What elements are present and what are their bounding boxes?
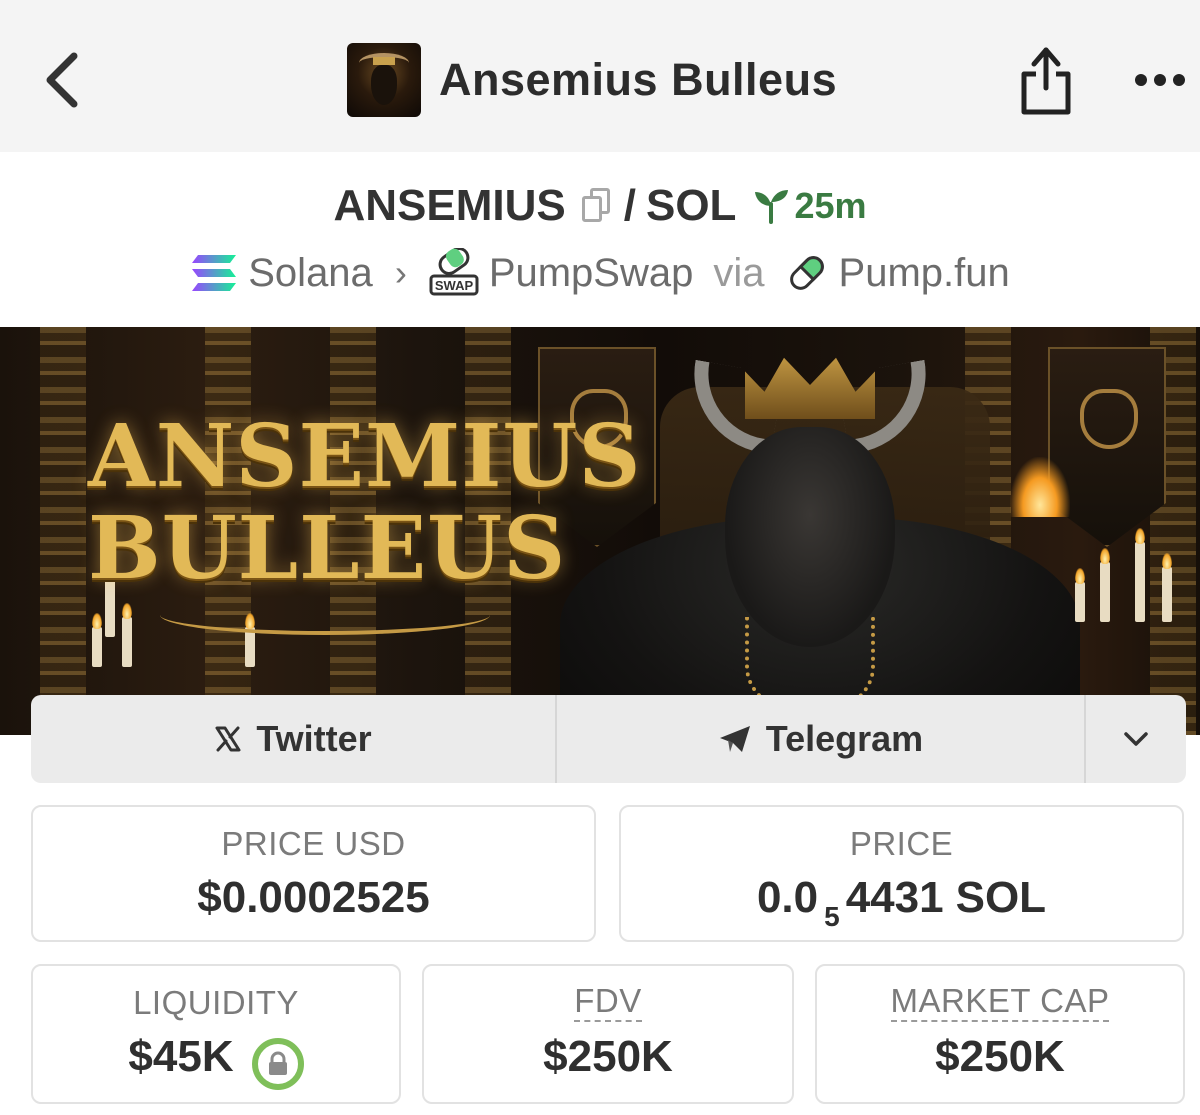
top-nav-bar: Ansemius Bulleus (0, 0, 1200, 152)
liquidity-label: LIQUIDITY (133, 984, 299, 1021)
market-cap-card: MARKET CAP $250K (815, 964, 1185, 1104)
x-logo-icon (215, 726, 241, 752)
pumpswap-icon: SWAP (429, 248, 479, 296)
token-banner-image: ANSEMIUS BULLEUS (0, 327, 1200, 735)
token-avatar (347, 43, 421, 117)
price-native-value: 0.0 5 4431 SOL (756, 873, 1047, 932)
swap-badge-text: SWAP (435, 278, 474, 293)
pair-separator: / (623, 181, 636, 230)
chain-breadcrumb: Solana › SWAP PumpSwap via Pump.fun (0, 246, 1200, 300)
price-unit: SOL (955, 873, 1047, 922)
banner-title-line-1: ANSEMIUS (88, 406, 642, 507)
ellipsis-icon (1135, 74, 1185, 86)
banner-title-line-2: BULLEUS (88, 498, 567, 599)
lock-icon[interactable] (251, 1038, 304, 1090)
sprout-icon (755, 190, 789, 224)
price-usd-card: PRICE USD $0.0002525 (31, 805, 596, 942)
solana-icon (192, 255, 237, 291)
pair-age: 25m (794, 185, 867, 226)
via-label: via (713, 250, 765, 295)
market-cap-value: $250K (935, 1032, 1065, 1081)
chevron-down-icon (1124, 732, 1148, 746)
twitter-label: Twitter (256, 718, 372, 759)
telegram-label: Telegram (765, 718, 924, 759)
network-name: Solana (248, 250, 373, 295)
pair-base-symbol: ANSEMIUS (333, 181, 566, 230)
chevron-right-icon: › (394, 252, 407, 293)
price-usd-value: $0.0002525 (197, 873, 430, 922)
launchpad-name: Pump.fun (838, 250, 1010, 295)
back-button[interactable] (38, 48, 86, 112)
dex-link[interactable]: SWAP PumpSwap (429, 248, 694, 298)
twitter-button[interactable]: Twitter (31, 695, 557, 783)
market-cap-label[interactable]: MARKET CAP (890, 984, 1110, 1022)
price-native-label: PRICE (849, 825, 954, 862)
fdv-label[interactable]: FDV (574, 984, 642, 1022)
price-digits: 4431 (845, 873, 944, 922)
banner-title-art: ANSEMIUS BULLEUS (88, 406, 642, 599)
price-native-card: PRICE 0.0 5 4431 SOL (619, 805, 1184, 942)
share-icon (1021, 47, 1071, 115)
pair-quote-symbol: SOL (645, 181, 737, 230)
liquidity-card: LIQUIDITY $45K (31, 964, 401, 1104)
network-link[interactable]: Solana (190, 251, 373, 296)
copy-icon[interactable] (580, 186, 614, 226)
telegram-button[interactable]: Telegram (557, 695, 1086, 783)
page-title: Ansemius Bulleus (439, 54, 838, 105)
fdv-value: $250K (543, 1032, 673, 1081)
price-prefix: 0.0 (756, 873, 819, 922)
fdv-card: FDV $250K (422, 964, 794, 1104)
share-button[interactable] (1018, 44, 1074, 116)
more-socials-toggle[interactable] (1086, 695, 1186, 783)
paper-plane-icon (719, 726, 750, 752)
liquidity-value-row: $45K (128, 1032, 304, 1090)
dex-name: PumpSwap (488, 250, 694, 295)
price-usd-label: PRICE USD (221, 825, 406, 862)
nav-title-group: Ansemius Bulleus (347, 43, 837, 117)
liquidity-value: $45K (128, 1032, 234, 1081)
launchpad-link[interactable]: Pump.fun (785, 251, 1010, 296)
pair-header: ANSEMIUS / SOL 25m (0, 176, 1200, 236)
more-options-button[interactable] (1134, 60, 1186, 100)
price-zero-count: 5 (824, 901, 840, 932)
social-links-bar: Twitter Telegram (31, 695, 1186, 783)
chevron-left-icon (46, 52, 78, 108)
pair-age-badge: 25m (752, 185, 867, 227)
pill-icon (789, 256, 824, 290)
